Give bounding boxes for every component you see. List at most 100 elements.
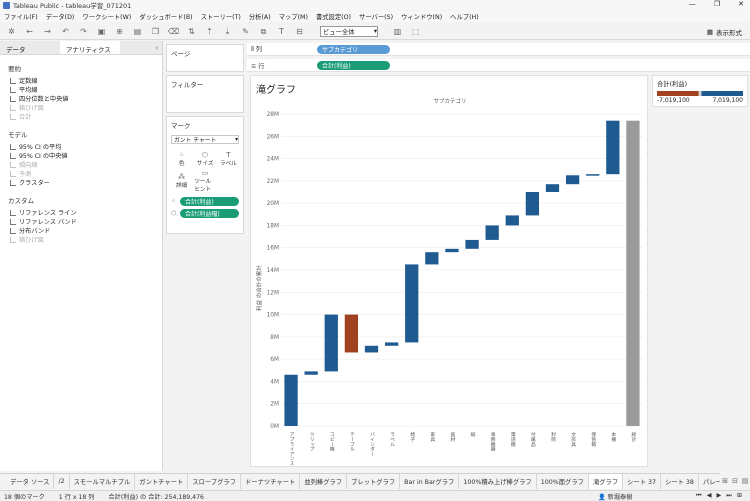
sheet-tab[interactable]: 滝グラフ bbox=[588, 474, 624, 489]
sheet-tab[interactable]: シート 38 bbox=[661, 474, 699, 489]
waterfall-bar[interactable] bbox=[505, 215, 519, 226]
sheet-tab[interactable]: 100%積み上げ棒グラフ bbox=[459, 474, 537, 489]
sheet-tab[interactable]: スロープグラフ bbox=[188, 474, 241, 489]
waterfall-bar[interactable] bbox=[586, 174, 600, 176]
group-icon[interactable]: ⧉ bbox=[258, 26, 269, 37]
menu-analysis[interactable]: 分析(A) bbox=[249, 12, 271, 21]
tooltip-button[interactable]: ▭ ツールヒント bbox=[194, 169, 215, 193]
waterfall-bar[interactable] bbox=[485, 225, 499, 240]
sheet-tab[interactable]: ドーナツチャート bbox=[241, 474, 301, 489]
tab-data[interactable]: データ bbox=[0, 41, 60, 54]
close-button[interactable]: ✕ bbox=[738, 0, 744, 8]
menu-file[interactable]: ファイル(F) bbox=[4, 12, 38, 21]
new-datasource-icon[interactable]: ⊕ bbox=[114, 26, 125, 37]
user-name[interactable]: 👤 新堀泰樹 bbox=[598, 492, 632, 501]
swap-icon[interactable]: ⇅ bbox=[186, 26, 197, 37]
analytics-item-ci-median[interactable]: 95% CI の中央値 bbox=[0, 151, 162, 160]
new-dashboard-icon[interactable]: ⊟ bbox=[730, 473, 740, 489]
sheet-tab[interactable]: ガントチャート bbox=[135, 474, 189, 489]
chart-icon[interactable]: ▥ bbox=[392, 26, 403, 37]
clear-icon[interactable]: ⌫ bbox=[168, 26, 179, 37]
view-size-select[interactable]: ビュー全体 ▾ bbox=[320, 26, 378, 37]
menu-dashboard[interactable]: ダッシュボード(B) bbox=[139, 12, 192, 21]
menu-worksheet[interactable]: ワークシート(W) bbox=[82, 12, 131, 21]
tab-analytics[interactable]: アナリティクス bbox=[60, 41, 120, 54]
sort-desc-icon[interactable]: ⇣ bbox=[222, 26, 233, 37]
analytics-item-distribution-band[interactable]: 分布バンド bbox=[0, 226, 162, 235]
filters-card[interactable]: フィルター bbox=[166, 75, 244, 113]
highlight-icon[interactable]: ✎ bbox=[240, 26, 251, 37]
waterfall-bar[interactable] bbox=[425, 252, 439, 265]
waterfall-bar[interactable] bbox=[525, 192, 540, 216]
menu-data[interactable]: データ(D) bbox=[46, 12, 75, 21]
color-legend[interactable]: 合計(利益) -7,019,100 7,019,100 bbox=[652, 75, 748, 107]
new-story-icon[interactable]: ▤ bbox=[740, 473, 750, 489]
pill-sum-profit[interactable]: 合計(利益) bbox=[180, 197, 239, 206]
menu-story[interactable]: ストーリー(T) bbox=[201, 12, 241, 21]
sheet-tab[interactable]: 並列棒グラフ bbox=[300, 474, 348, 489]
waterfall-bar-total[interactable] bbox=[626, 120, 640, 426]
menu-help[interactable]: ヘルプ(H) bbox=[450, 12, 479, 21]
pill-sum-profit-margin[interactable]: 合計(利益幅) bbox=[180, 209, 239, 218]
analytics-item-average-line[interactable]: 平均線 bbox=[0, 85, 162, 94]
new-sheet-icon[interactable]: ⊞ bbox=[720, 473, 730, 489]
waterfall-bar[interactable] bbox=[384, 342, 399, 346]
color-button[interactable]: ⁘ 色 bbox=[171, 149, 192, 169]
first-sheet-icon[interactable]: ⏮ bbox=[696, 492, 702, 500]
label-button[interactable]: T ラベル bbox=[218, 149, 239, 169]
prev-sheet-icon[interactable]: ◀ bbox=[707, 492, 712, 500]
analytics-item-constant-line[interactable]: 定数線 bbox=[0, 76, 162, 85]
minimize-button[interactable]: — bbox=[689, 0, 696, 8]
fix-axes-icon[interactable]: ⊟ bbox=[294, 26, 305, 37]
rows-shelf[interactable]: ≡ 行 合計(利益) bbox=[247, 59, 750, 72]
sheet-sorter-icon[interactable]: ⊞ bbox=[737, 492, 742, 500]
menu-map[interactable]: マップ(M) bbox=[279, 12, 308, 21]
sheet-tab[interactable]: スモールマルチプル bbox=[70, 474, 136, 489]
analytics-item-ci-mean[interactable]: 95% CI の平均 bbox=[0, 142, 162, 151]
collapse-icon[interactable]: ‹ bbox=[151, 41, 162, 54]
menu-window[interactable]: ウィンドウ(N) bbox=[401, 12, 442, 21]
redo-icon[interactable]: ↷ bbox=[78, 26, 89, 37]
size-button[interactable]: ⬡ サイズ bbox=[194, 149, 215, 169]
undo-icon[interactable]: ↶ bbox=[60, 26, 71, 37]
waterfall-bar[interactable] bbox=[324, 314, 338, 372]
menu-server[interactable]: サーバー(S) bbox=[359, 12, 393, 21]
last-sheet-icon[interactable]: ⏭ bbox=[726, 492, 732, 500]
pill-sum-profit-rows[interactable]: 合計(利益) bbox=[317, 60, 390, 70]
back-icon[interactable]: ← bbox=[24, 26, 35, 37]
pill-subcategory[interactable]: サブカテゴリ bbox=[317, 44, 390, 54]
sheet-tab[interactable]: Bar in Barグラフ bbox=[400, 474, 460, 489]
waterfall-bar[interactable] bbox=[405, 264, 419, 343]
analytics-item-cluster[interactable]: クラスター bbox=[0, 178, 162, 187]
sheet-tab[interactable]: /2 bbox=[54, 474, 70, 489]
tab-data-source[interactable]: データ ソース bbox=[0, 474, 55, 489]
waterfall-chart[interactable]: 0M 2M 4M 6M 8M 10M 12M 14M 16M 18M 20M 22M 24M 26M 28M… bbox=[251, 76, 649, 468]
waterfall-bar[interactable] bbox=[344, 314, 359, 353]
waterfall-bar[interactable] bbox=[545, 184, 560, 192]
sheet-tab[interactable]: 100%面グラフ bbox=[537, 474, 589, 489]
pages-card[interactable]: ページ bbox=[166, 44, 244, 72]
waterfall-bar[interactable] bbox=[364, 345, 379, 353]
presentation-icon[interactable]: ⬚ bbox=[410, 26, 421, 37]
waterfall-bar[interactable] bbox=[565, 175, 580, 185]
waterfall-bar[interactable] bbox=[445, 248, 459, 253]
menu-format[interactable]: 書式設定(O) bbox=[316, 12, 351, 21]
detail-button[interactable]: ⁂ 詳細 bbox=[171, 171, 192, 191]
columns-shelf[interactable]: ⦀ 列 サブカテゴリ bbox=[247, 43, 750, 56]
waterfall-bar[interactable] bbox=[284, 374, 298, 426]
labels-icon[interactable]: T bbox=[276, 26, 287, 37]
show-me-button[interactable]: ▦ 表示形式 bbox=[707, 27, 742, 37]
restore-button[interactable]: ❐ bbox=[714, 0, 720, 8]
new-sheet-icon[interactable]: ▤ bbox=[132, 26, 143, 37]
next-sheet-icon[interactable]: ▶ bbox=[716, 492, 721, 500]
duplicate-icon[interactable]: ❐ bbox=[150, 26, 161, 37]
waterfall-bar[interactable] bbox=[606, 120, 620, 175]
mark-type-select[interactable]: ガント チャート ▾ bbox=[171, 135, 239, 144]
tableau-logo-icon[interactable]: ✲ bbox=[6, 26, 17, 37]
analytics-item-reference-band[interactable]: リファレンス バンド bbox=[0, 217, 162, 226]
analytics-item-reference-line[interactable]: リファレンス ライン bbox=[0, 208, 162, 217]
sheet-tab[interactable]: ブレットグラフ bbox=[347, 474, 401, 489]
sort-asc-icon[interactable]: ⇡ bbox=[204, 26, 215, 37]
sheet-tab[interactable]: シート 37 bbox=[623, 474, 662, 489]
save-icon[interactable]: ▣ bbox=[96, 26, 107, 37]
